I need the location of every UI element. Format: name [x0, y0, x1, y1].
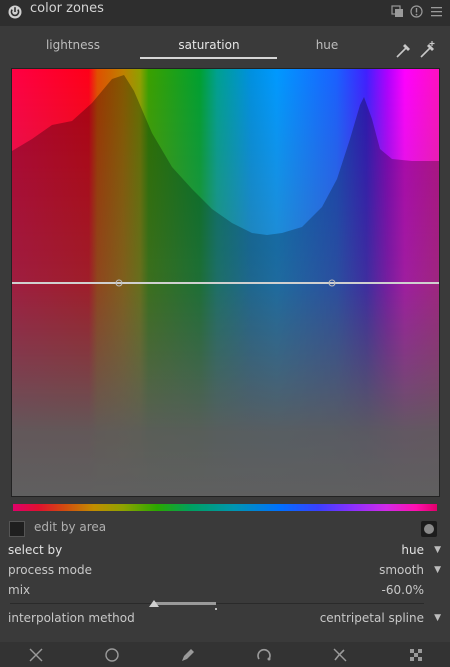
pencil-icon[interactable] — [179, 646, 197, 664]
edit-by-area-checkbox[interactable] — [9, 521, 25, 537]
select-by-label: select by — [8, 543, 63, 557]
mask-bar — [0, 642, 450, 667]
process-mode-label: process mode — [8, 563, 92, 577]
menu-icon[interactable] — [430, 5, 443, 18]
active-tab-indicator — [140, 57, 277, 59]
color-picker-set-values-icon[interactable] — [418, 40, 438, 60]
saturation-curve-graph[interactable] — [11, 68, 440, 497]
select-by-value[interactable]: hue — [401, 543, 424, 557]
color-picker-icon[interactable] — [394, 40, 414, 60]
process-mode-row[interactable]: process mode smooth ▼ — [0, 561, 450, 581]
interpolation-method-label: interpolation method — [8, 611, 135, 625]
hue-gradient-bar — [13, 504, 437, 511]
edit-by-area-label: edit by area — [34, 520, 107, 534]
circle-icon[interactable] — [103, 646, 121, 664]
tab-saturation[interactable]: saturation — [154, 38, 264, 52]
mix-slider-track[interactable] — [10, 603, 424, 604]
arc-icon[interactable] — [255, 646, 273, 664]
process-mode-value[interactable]: smooth — [379, 563, 424, 577]
module-title: color zones — [30, 1, 104, 16]
mix-slider-fill — [155, 602, 216, 605]
module-header: color zones — [0, 0, 450, 26]
interpolation-method-row[interactable]: interpolation method centripetal spline … — [0, 609, 450, 629]
mix-value[interactable]: -60.0% — [382, 583, 424, 597]
tab-hue[interactable]: hue — [272, 38, 382, 52]
dropdown-arrow-icon: ▼ — [434, 613, 441, 623]
mix-row[interactable]: mix -60.0% — [0, 581, 450, 601]
dropdown-arrow-icon: ▼ — [434, 565, 441, 575]
area-mask-icon[interactable] — [421, 521, 437, 537]
disabled-icon[interactable] — [331, 646, 349, 664]
channel-tabs: lightness saturation hue — [0, 28, 450, 60]
mix-slider-handle[interactable] — [149, 600, 159, 607]
checker-icon[interactable] — [407, 646, 425, 664]
reset-icon[interactable] — [410, 5, 423, 18]
curve-area[interactable] — [12, 69, 439, 496]
select-by-row[interactable]: select by hue ▼ — [0, 541, 450, 561]
power-icon[interactable] — [7, 4, 23, 20]
tab-lightness[interactable]: lightness — [18, 38, 128, 52]
dropdown-arrow-icon: ▼ — [434, 545, 441, 555]
interpolation-method-value[interactable]: centripetal spline — [320, 611, 424, 625]
close-icon[interactable] — [27, 646, 45, 664]
presets-icon[interactable] — [391, 5, 404, 18]
mix-label: mix — [8, 583, 31, 597]
